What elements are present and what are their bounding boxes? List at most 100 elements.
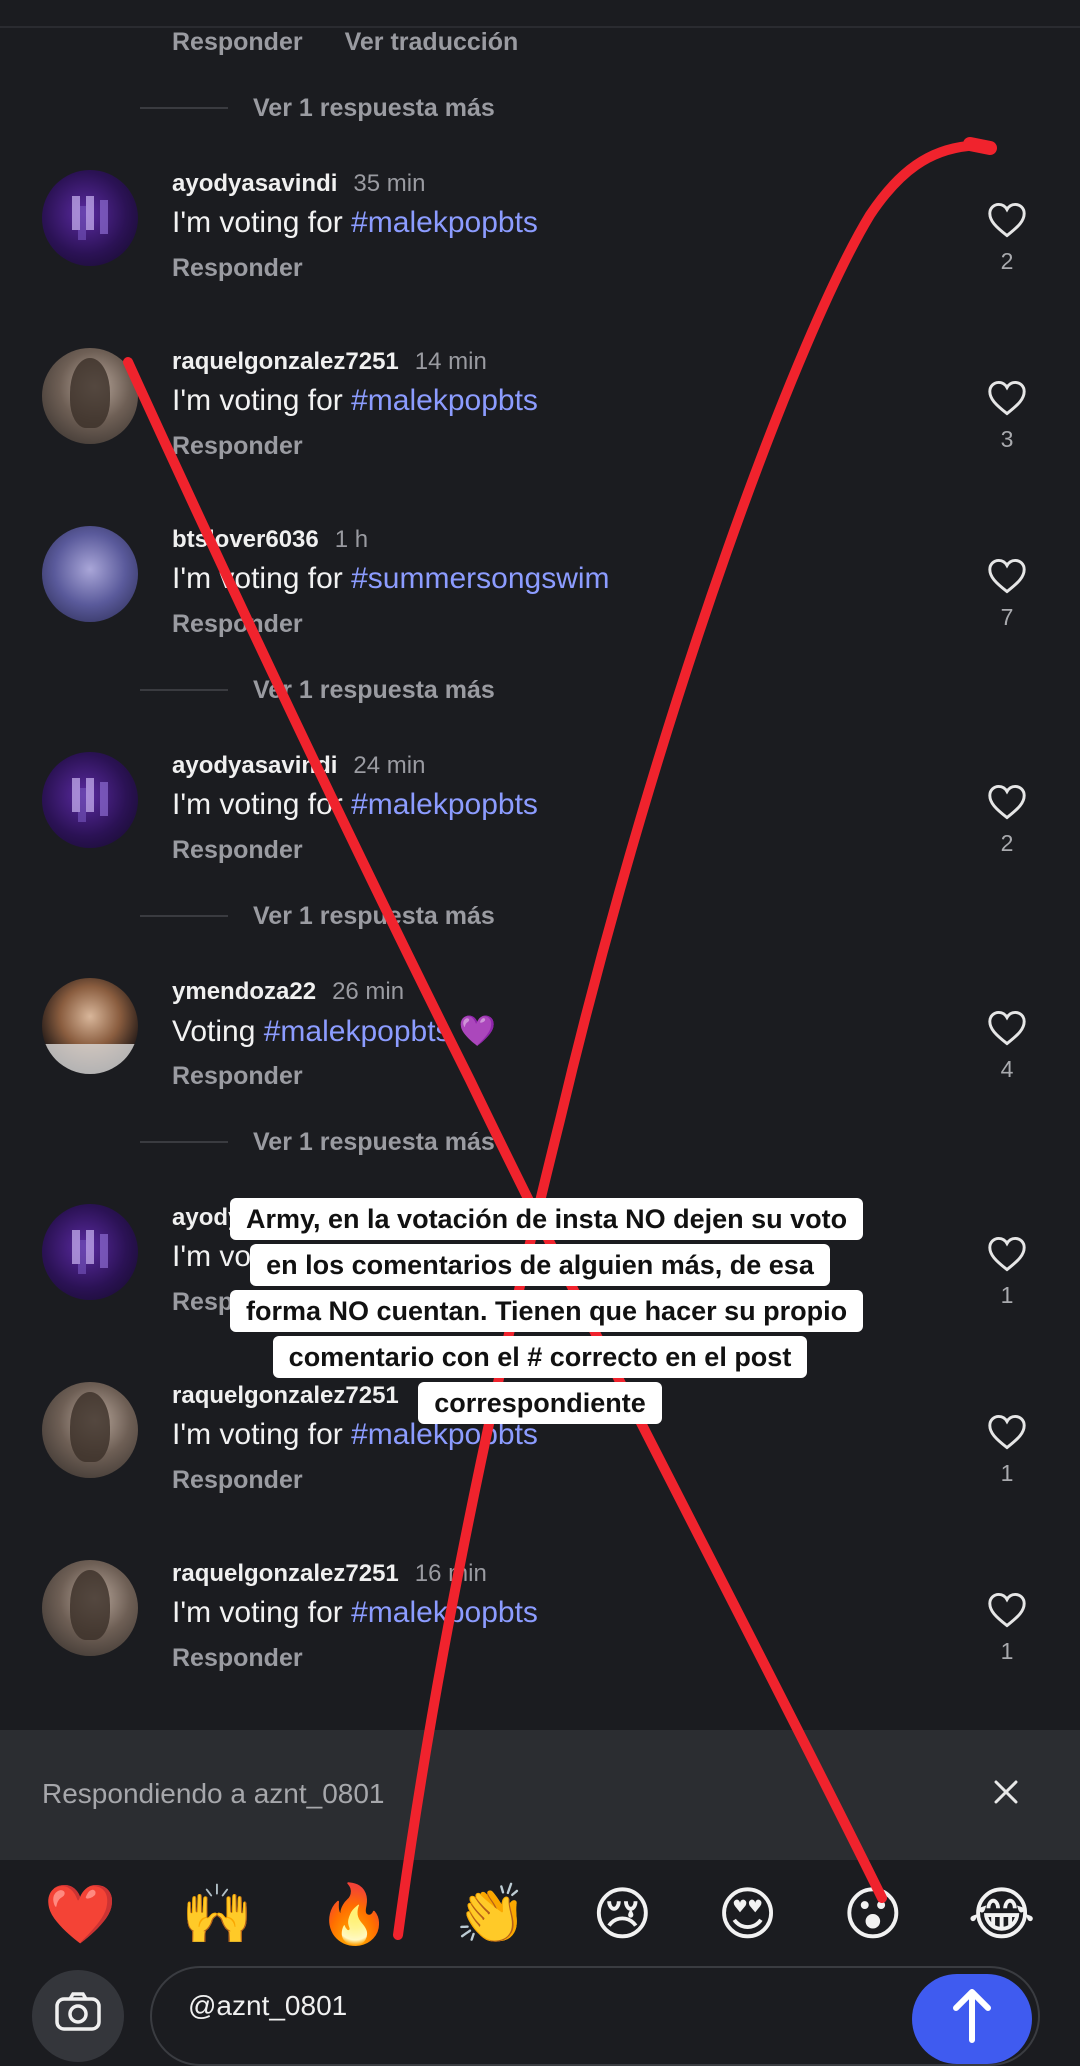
- view-more-replies[interactable]: Ver 1 respuesta más: [140, 1122, 495, 1162]
- replying-to-label: Respondiendo a aznt_0801: [42, 1778, 385, 1809]
- like-count: 1: [1000, 1282, 1014, 1308]
- reply-button[interactable]: Responder: [172, 836, 303, 865]
- avatar[interactable]: [42, 348, 138, 444]
- heart-icon: [988, 1592, 1026, 1628]
- heart-emoji-button[interactable]: ❤️: [44, 1886, 116, 1944]
- heart-icon: [988, 202, 1026, 238]
- timestamp: 35 min: [353, 170, 426, 197]
- reply-button[interactable]: Responder: [172, 610, 303, 639]
- username[interactable]: raquelgonzalez7251: [172, 348, 399, 376]
- like-button[interactable]: 1: [985, 1592, 1029, 1665]
- arrow-up-icon: [953, 1989, 991, 2043]
- clap-emoji-button[interactable]: 👏: [455, 1886, 527, 1944]
- like-button[interactable]: 3: [985, 380, 1029, 453]
- timestamp: 16 min: [414, 1560, 487, 1587]
- avatar[interactable]: [42, 526, 138, 622]
- heart-icon: [988, 784, 1026, 820]
- like-button[interactable]: 7: [985, 558, 1029, 631]
- divider: [140, 689, 228, 691]
- divider: [140, 107, 228, 109]
- timestamp: 14 min: [414, 348, 487, 375]
- username[interactable]: ymendoza22: [172, 978, 316, 1006]
- view-more-replies-label: Ver 1 respuesta más: [253, 93, 495, 122]
- view-more-replies-label: Ver 1 respuesta más: [253, 901, 495, 930]
- replying-to-bar: Respondiendo a aznt_0801: [0, 1730, 1080, 1860]
- reply-button[interactable]: Responder: [172, 1644, 303, 1673]
- hashtag-link[interactable]: #malekpopbts: [351, 206, 538, 239]
- reply-button[interactable]: Responder: [172, 28, 303, 57]
- reply-button[interactable]: Responder: [172, 1466, 303, 1495]
- like-count: 1: [1000, 1638, 1014, 1664]
- like-count: 2: [1000, 248, 1014, 274]
- like-button[interactable]: 1: [985, 1236, 1029, 1309]
- camera-icon: [55, 1992, 101, 2031]
- username[interactable]: btslover6036: [172, 526, 319, 554]
- camera-button[interactable]: [32, 1970, 124, 2062]
- quick-emoji-bar: ❤️ 🙌 🔥 👏 😢 😍 😮 😂: [0, 1860, 1080, 1970]
- close-icon[interactable]: [986, 1772, 1026, 1812]
- laughing-emoji-button[interactable]: 😂: [968, 1886, 1036, 1944]
- hashtag-link[interactable]: #malekpopbts 💜: [264, 1015, 496, 1048]
- timestamp: 1 h: [334, 526, 369, 553]
- like-count: 2: [1000, 830, 1014, 856]
- like-button[interactable]: 2: [985, 202, 1029, 275]
- like-count: 7: [1000, 604, 1014, 630]
- like-count: 4: [1000, 1056, 1014, 1082]
- comment: ymendoza22 26 min Voting #malekpopbts 💜 R…: [0, 978, 1080, 1128]
- heart-icon: [988, 558, 1026, 594]
- divider: [140, 1141, 228, 1143]
- overlay-caption: Army, en la votación de insta NO dejen s…: [230, 1196, 864, 1426]
- view-more-replies-label: Ver 1 respuesta más: [253, 1127, 495, 1156]
- previous-comment-actions: Responder Ver traducción: [172, 28, 518, 57]
- avatar[interactable]: [42, 1204, 138, 1300]
- comment: ayodyasavindi 35 min I'm voting for #male…: [0, 170, 1080, 320]
- view-more-replies[interactable]: Ver 1 respuesta más: [140, 88, 495, 128]
- username[interactable]: ayodyasavindi: [172, 170, 337, 198]
- comment-text: Voting #malekpopbts 💜: [172, 1015, 497, 1048]
- username[interactable]: ayodyasavindi: [172, 752, 337, 780]
- heart-eyes-emoji-button[interactable]: 😍: [717, 1886, 777, 1944]
- comment: ayodyasavindi 24 min I'm voting for #male…: [0, 752, 1080, 902]
- overlay-caption-text: Army, en la votación de insta NO dejen s…: [230, 1198, 864, 1424]
- top-divider: [0, 0, 1080, 28]
- avatar[interactable]: [42, 752, 138, 848]
- comment: btslover6036 1 h I'm voting for #summerso…: [0, 526, 1080, 676]
- crying-emoji-button[interactable]: 😢: [592, 1886, 652, 1944]
- avatar[interactable]: [42, 1382, 138, 1478]
- raised-hands-emoji-button[interactable]: 🙌: [181, 1886, 253, 1944]
- send-button[interactable]: [912, 1974, 1032, 2064]
- avatar[interactable]: [42, 978, 138, 1074]
- hashtag-link[interactable]: #malekpopbts: [351, 788, 538, 821]
- fire-emoji-button[interactable]: 🔥: [318, 1886, 390, 1944]
- divider: [140, 915, 228, 917]
- reply-button[interactable]: Responder: [172, 432, 303, 461]
- timestamp: 24 min: [353, 752, 426, 779]
- view-more-replies[interactable]: Ver 1 respuesta más: [140, 896, 495, 936]
- hashtag-link[interactable]: #malekpopbts: [351, 384, 538, 417]
- avatar[interactable]: [42, 1560, 138, 1656]
- comment: raquelgonzalez7251 16 min I'm voting for …: [0, 1560, 1080, 1710]
- comment-text: I'm voting for #malekpopbts: [172, 206, 538, 239]
- see-translation-button[interactable]: Ver traducción: [345, 28, 519, 57]
- avatar[interactable]: [42, 170, 138, 266]
- comment-input[interactable]: @aznt_0801: [150, 1966, 1040, 2066]
- hashtag-link[interactable]: #summersongswim: [351, 562, 609, 595]
- like-count: 1: [1000, 1460, 1014, 1486]
- like-button[interactable]: 1: [985, 1414, 1029, 1487]
- comment-text: I'm voting for #malekpopbts: [172, 1596, 538, 1629]
- comment-text: I'm voting for #malekpopbts: [172, 384, 538, 417]
- hashtag-link[interactable]: #malekpopbts: [351, 1596, 538, 1629]
- timestamp: 26 min: [332, 978, 405, 1005]
- like-button[interactable]: 4: [985, 1010, 1029, 1083]
- heart-icon: [988, 1010, 1026, 1046]
- heart-icon: [988, 1236, 1026, 1272]
- reply-button[interactable]: Responder: [172, 1062, 303, 1091]
- like-button[interactable]: 2: [985, 784, 1029, 857]
- username[interactable]: raquelgonzalez7251: [172, 1560, 399, 1588]
- heart-icon: [988, 380, 1026, 416]
- like-count: 3: [1000, 426, 1014, 452]
- comment-text: I'm voting for #summersongswim: [172, 562, 610, 595]
- reply-button[interactable]: Responder: [172, 254, 303, 283]
- view-more-replies[interactable]: Ver 1 respuesta más: [140, 670, 495, 710]
- surprised-emoji-button[interactable]: 😮: [843, 1886, 903, 1944]
